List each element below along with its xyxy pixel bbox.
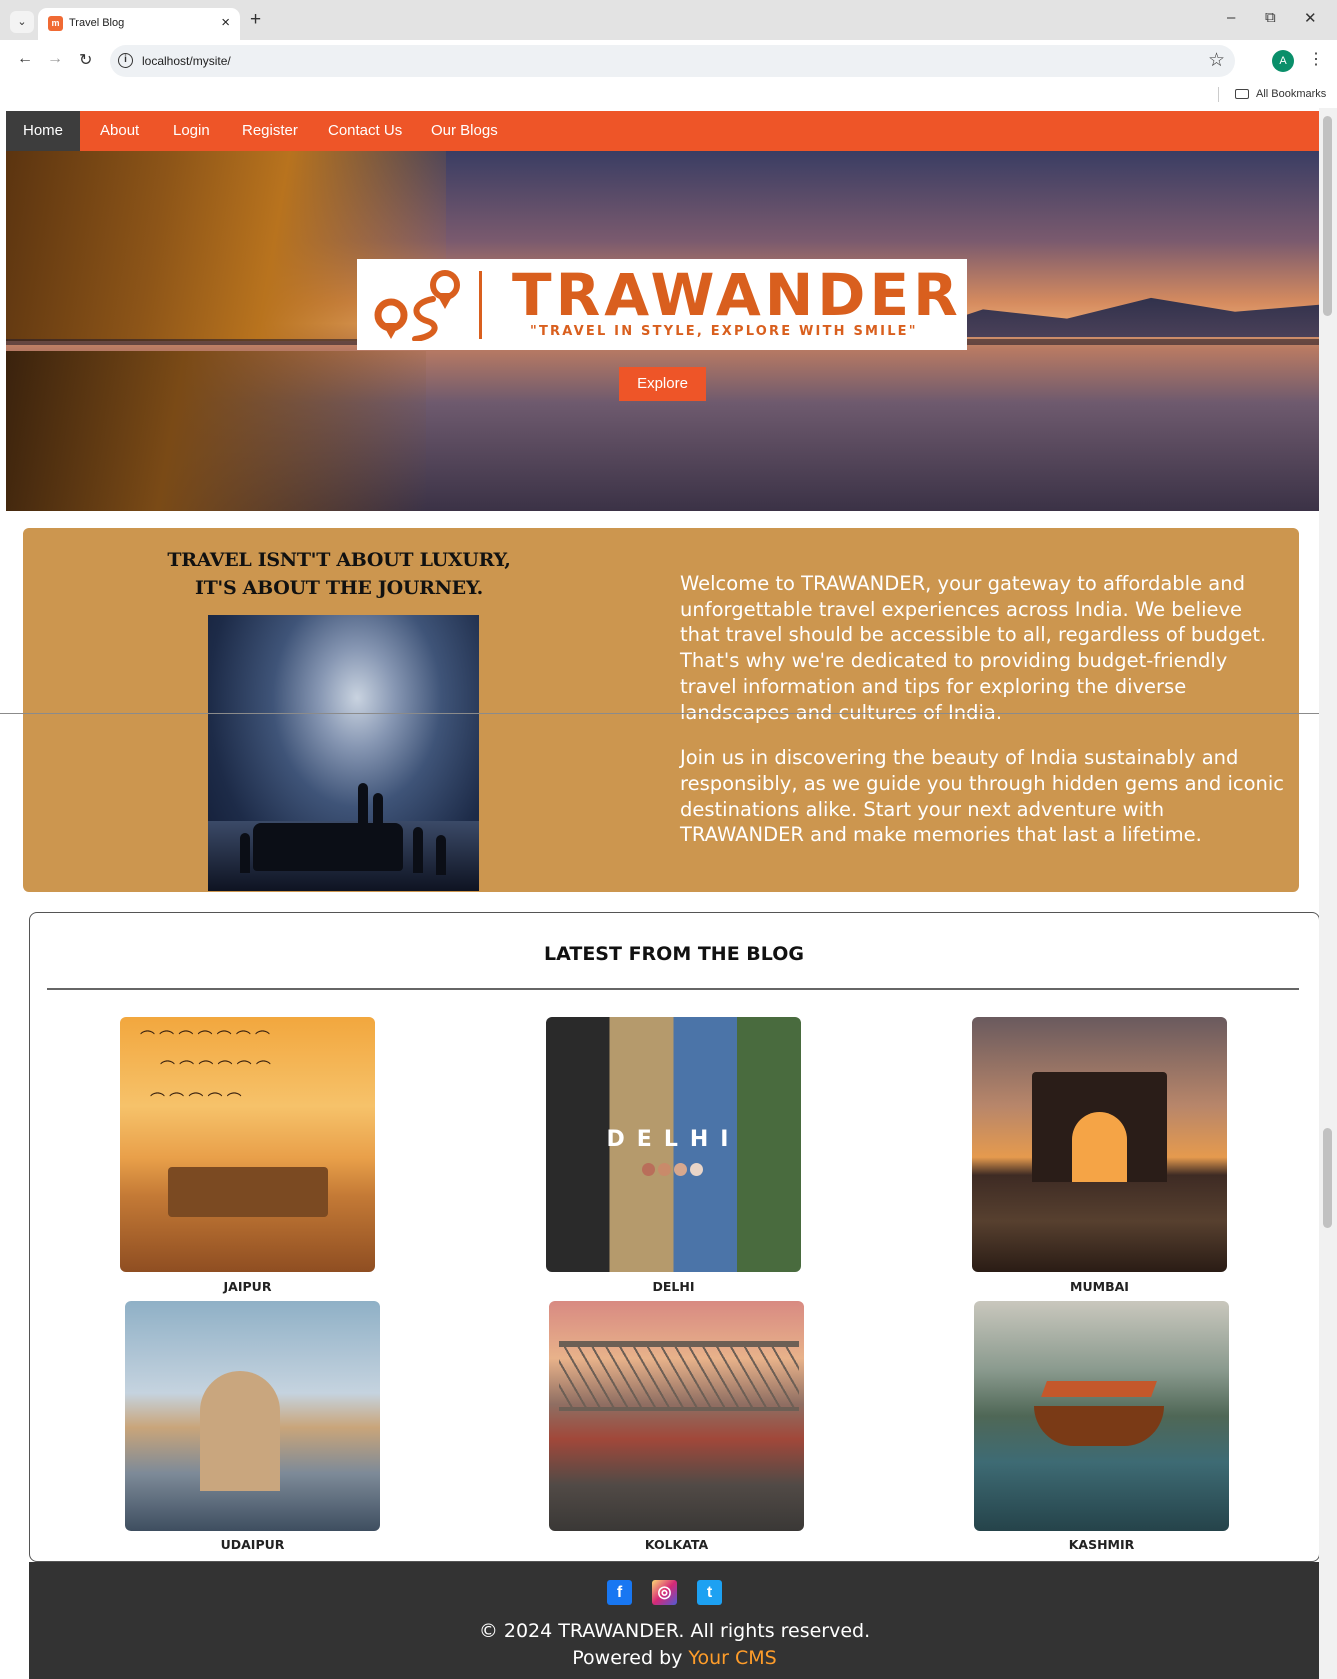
instagram-icon[interactable]: ◎: [652, 1580, 677, 1605]
delhi-image-dots: [642, 1163, 706, 1181]
blog-card-label[interactable]: UDAIPUR: [125, 1537, 380, 1552]
close-window-button[interactable]: ✕: [1304, 9, 1317, 27]
dot: [690, 1163, 703, 1176]
shikara-roof: [1041, 1381, 1157, 1397]
photo-person: [373, 793, 383, 828]
footer-powered-by: Powered by Your CMS: [29, 1647, 1320, 1669]
howrah-bridge: [559, 1341, 799, 1411]
dot: [658, 1163, 671, 1176]
browser-menu-icon[interactable]: ⋮: [1308, 49, 1324, 69]
blog-card-delhi-image[interactable]: DELHI: [546, 1017, 801, 1272]
location-pin-logo-icon: [374, 270, 460, 341]
blog-card-label[interactable]: JAIPUR: [120, 1279, 375, 1294]
sunset-sun: [1072, 1112, 1127, 1182]
photo-person: [358, 783, 368, 828]
travel-quote: TRAVEL ISNT'T ABOUT LUXURY, IT'S ABOUT T…: [119, 546, 559, 602]
tab-favicon-icon: m: [48, 16, 63, 31]
folder-icon: [1235, 89, 1249, 99]
nav-item-our-blogs[interactable]: Our Blogs: [414, 111, 515, 151]
forward-arrow-icon[interactable]: →: [47, 50, 63, 68]
blog-card-label[interactable]: MUMBAI: [972, 1279, 1227, 1294]
footer-copyright: © 2024 TRAWANDER. All rights reserved.: [478, 1620, 871, 1642]
url-text[interactable]: localhost/mysite/: [142, 54, 231, 68]
site-navbar: Home About Login Register Contact Us Our…: [6, 111, 1319, 151]
nav-item-home[interactable]: Home: [6, 111, 81, 151]
twitter-icon[interactable]: t: [697, 1580, 722, 1605]
tab-title: Travel Blog: [69, 17, 125, 29]
blog-card-kashmir-image[interactable]: [974, 1301, 1229, 1531]
site-logo: TRAWANDER "TRAVEL IN STYLE, EXPLORE WITH…: [357, 259, 967, 350]
blog-card-mumbai-image[interactable]: [972, 1017, 1227, 1272]
hero-banner: TRAWANDER "TRAVEL IN STYLE, EXPLORE WITH…: [6, 151, 1319, 511]
brand-tagline: "TRAVEL IN STYLE, EXPLORE WITH SMILE": [530, 324, 918, 339]
facebook-icon[interactable]: f: [607, 1580, 632, 1605]
browser-tab[interactable]: m Travel Blog ×: [38, 8, 240, 40]
blog-card-label[interactable]: KASHMIR: [974, 1537, 1229, 1552]
blog-section-title: LATEST FROM THE BLOG: [544, 943, 804, 965]
brand-name: TRAWANDER: [512, 261, 962, 329]
address-bar[interactable]: i localhost/mysite/ ☆: [110, 45, 1235, 77]
all-bookmarks-button[interactable]: All Bookmarks: [1256, 88, 1326, 100]
quote-line-1: TRAVEL ISNT'T ABOUT LUXURY,: [167, 549, 511, 571]
nav-item-contact-us[interactable]: Contact Us: [311, 111, 419, 151]
about-text: Welcome to TRAWANDER, your gateway to af…: [680, 571, 1285, 848]
blog-title-divider: [47, 988, 1299, 990]
birds-decoration: ⌒ ⌒ ⌒ ⌒ ⌒: [150, 1092, 242, 1109]
shikara-boat: [1034, 1406, 1164, 1446]
page-scrollbar[interactable]: [1319, 108, 1337, 1679]
dot: [642, 1163, 655, 1176]
tab-search-button[interactable]: ⌄: [10, 11, 34, 33]
browser-tab-strip: ⌄ m Travel Blog × + – ⧉ ✕: [0, 0, 1337, 40]
dot: [674, 1163, 687, 1176]
browser-toolbar: ← → ↻ i localhost/mysite/ ☆ A ⋮: [0, 40, 1337, 82]
hero-tree-reflection: [6, 351, 426, 511]
about-paragraph-2: Join us in discovering the beauty of Ind…: [680, 746, 1285, 847]
photo-person: [436, 835, 446, 875]
explore-button[interactable]: Explore: [619, 367, 706, 401]
site-footer: f ◎ t © 2024 TRAWANDER. All rights reser…: [29, 1562, 1320, 1679]
photo-jeep: [253, 823, 403, 871]
scrollbar-thumb[interactable]: [1323, 116, 1332, 316]
nav-item-register[interactable]: Register: [225, 111, 315, 151]
back-arrow-icon[interactable]: ←: [17, 50, 33, 68]
birds-decoration: ⌒ ⌒ ⌒ ⌒ ⌒ ⌒ ⌒: [140, 1030, 271, 1047]
delhi-image-text: DELHI: [606, 1127, 741, 1152]
powered-by-link[interactable]: Your CMS: [688, 1647, 776, 1669]
birds-decoration: ⌒ ⌒ ⌒ ⌒ ⌒ ⌒: [160, 1060, 271, 1077]
reload-icon[interactable]: ↻: [79, 50, 92, 70]
blog-section: LATEST FROM THE BLOG ⌒ ⌒ ⌒ ⌒ ⌒ ⌒ ⌒ ⌒ ⌒ ⌒…: [29, 912, 1320, 1562]
tab-close-icon[interactable]: ×: [221, 14, 230, 31]
blog-card-kolkata-image[interactable]: [549, 1301, 804, 1531]
blog-card-label[interactable]: DELHI: [546, 1279, 801, 1294]
udaipur-pavilion: [200, 1371, 280, 1491]
powered-by-prefix: Powered by: [572, 1647, 683, 1669]
nav-item-login[interactable]: Login: [156, 111, 227, 151]
logo-separator: [479, 271, 482, 339]
blog-card-label[interactable]: KOLKATA: [549, 1537, 804, 1552]
jal-mahal-palace: [168, 1167, 328, 1217]
bookmarks-bar: All Bookmarks: [0, 82, 1337, 108]
screenshot-seam-line: [0, 713, 1319, 714]
site-info-icon[interactable]: i: [118, 53, 133, 68]
about-paragraph-1: Welcome to TRAWANDER, your gateway to af…: [680, 572, 1267, 724]
bookmark-star-icon[interactable]: ☆: [1208, 49, 1225, 72]
quote-line-2: IT'S ABOUT THE JOURNEY.: [195, 577, 483, 599]
about-section: TRAVEL ISNT'T ABOUT LUXURY, IT'S ABOUT T…: [23, 528, 1299, 892]
restore-button[interactable]: ⧉: [1265, 9, 1276, 26]
milky-way-jeep-photo: [208, 615, 479, 891]
photo-person: [413, 827, 423, 873]
blog-card-udaipur-image[interactable]: [125, 1301, 380, 1531]
new-tab-button[interactable]: +: [250, 9, 261, 31]
bookmarks-divider: [1218, 87, 1219, 102]
minimize-button[interactable]: –: [1227, 9, 1235, 26]
gateway-of-india: [1032, 1072, 1167, 1182]
profile-avatar[interactable]: A: [1272, 50, 1294, 72]
blog-card-jaipur-image[interactable]: ⌒ ⌒ ⌒ ⌒ ⌒ ⌒ ⌒ ⌒ ⌒ ⌒ ⌒ ⌒ ⌒ ⌒ ⌒ ⌒ ⌒ ⌒: [120, 1017, 375, 1272]
scrollbar-thumb[interactable]: [1323, 1128, 1332, 1228]
nav-item-about[interactable]: About: [83, 111, 156, 151]
page-viewport: Home About Login Register Contact Us Our…: [0, 108, 1337, 1679]
photo-person: [240, 833, 250, 873]
